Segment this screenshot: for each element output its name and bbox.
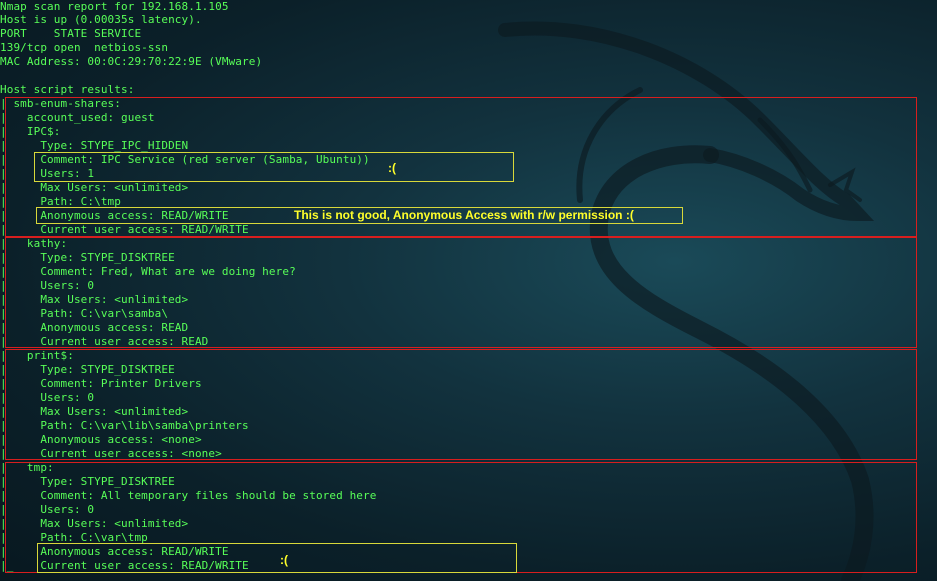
kathy-share-highlight <box>5 237 917 348</box>
ipc-sad-note: :( <box>388 161 396 175</box>
terminal-line: Nmap scan report for 192.168.1.105 <box>0 0 229 13</box>
anonymous-access-warning: This is not good, Anonymous Access with … <box>294 208 634 222</box>
print-share-highlight <box>5 349 917 460</box>
terminal-line: 139/tcp open netbios-ssn <box>0 41 169 54</box>
terminal-line: Host script results: <box>0 83 135 96</box>
terminal-line: Host is up (0.00035s latency). <box>0 13 202 26</box>
tmp-access-highlight <box>37 543 517 573</box>
terminal-line: PORT STATE SERVICE <box>0 27 142 40</box>
tmp-sad-note: :( <box>280 553 288 567</box>
ipc-comment-users-highlight <box>34 152 514 182</box>
terminal-line: MAC Address: 00:0C:29:70:22:9E (VMware) <box>0 55 263 68</box>
